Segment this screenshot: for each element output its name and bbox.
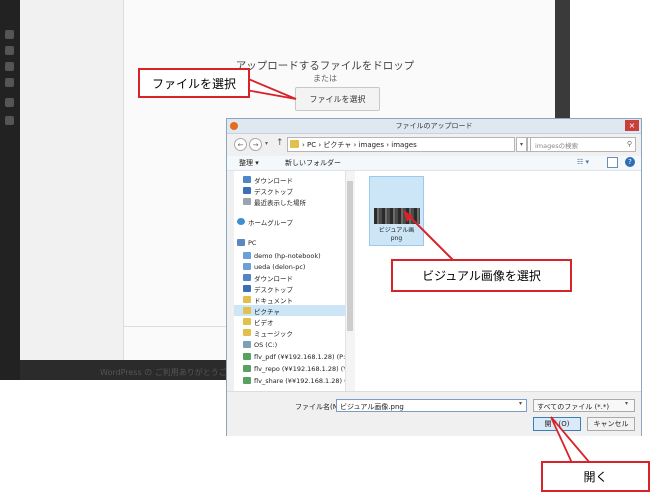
callout-open-arrow	[550, 416, 592, 464]
callout-select-visual: ビジュアル画像を選択	[391, 259, 572, 292]
callout-arrows	[245, 76, 592, 464]
callout-open: 開く	[541, 461, 650, 492]
callout-select-file: ファイルを選択	[138, 68, 250, 98]
callout-select-arrow	[245, 76, 297, 100]
callout-visual-arrow	[408, 215, 456, 263]
callout-visual-arrowhead	[403, 210, 413, 222]
